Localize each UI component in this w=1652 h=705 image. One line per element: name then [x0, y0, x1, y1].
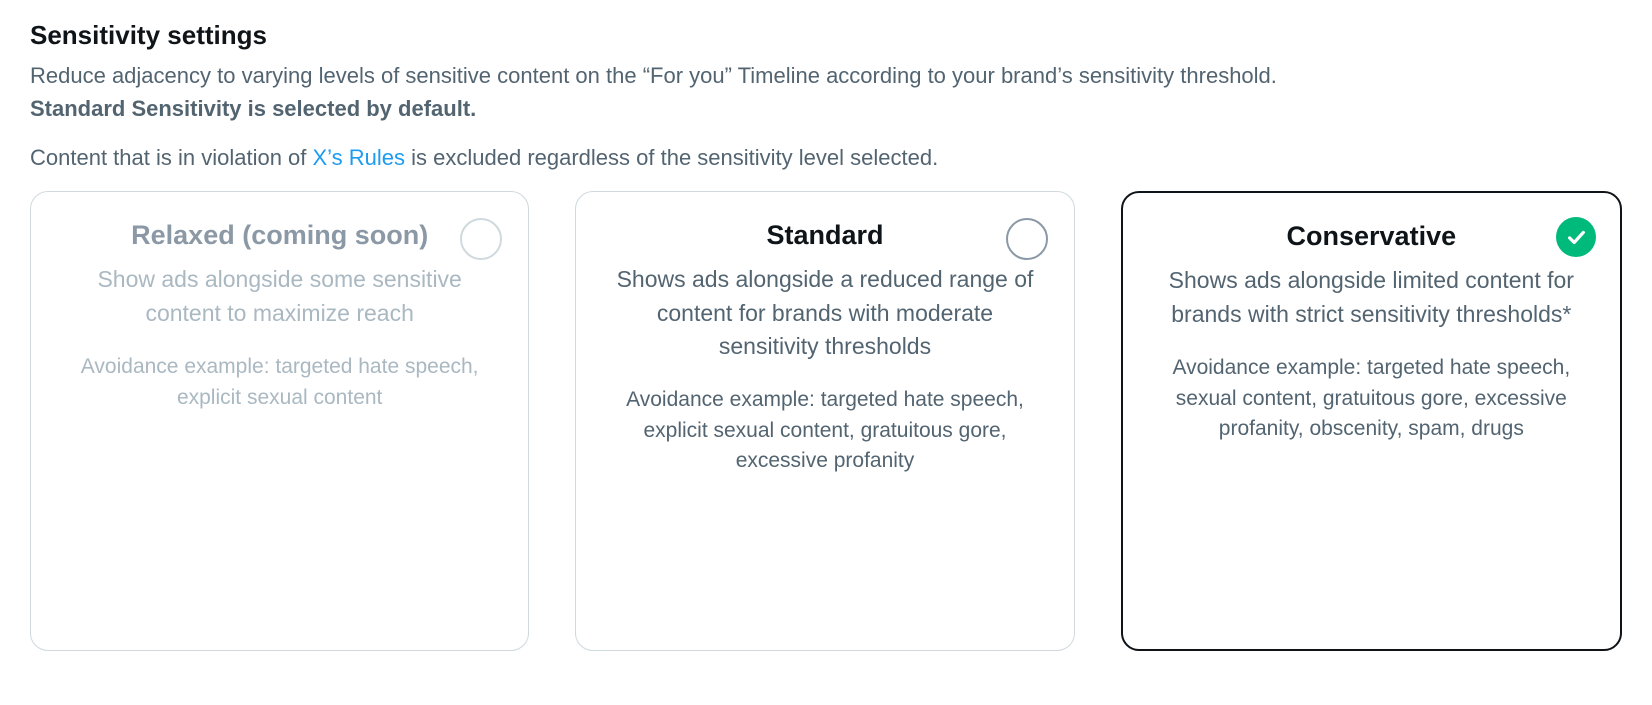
- radio-unchecked-icon: [1006, 218, 1048, 260]
- rules-link[interactable]: X’s Rules: [313, 145, 406, 170]
- option-card-conservative[interactable]: Conservative Shows ads alongside limited…: [1121, 191, 1622, 651]
- option-example: Avoidance example: targeted hate speech,…: [604, 385, 1045, 476]
- sensitivity-settings-section: Sensitivity settings Reduce adjacency to…: [30, 20, 1622, 651]
- sensitivity-options-row: Relaxed (coming soon) Show ads alongside…: [30, 191, 1622, 651]
- section-title: Sensitivity settings: [30, 20, 1622, 51]
- option-description: Shows ads alongside limited content for …: [1151, 264, 1592, 331]
- option-title: Relaxed (coming soon): [59, 220, 500, 251]
- option-example: Avoidance example: targeted hate speech,…: [1151, 353, 1592, 444]
- radio-unchecked-icon: [460, 218, 502, 260]
- option-card-relaxed: Relaxed (coming soon) Show ads alongside…: [30, 191, 529, 651]
- option-title: Conservative: [1151, 221, 1592, 252]
- rules-suffix: is excluded regardless of the sensitivit…: [405, 145, 938, 170]
- rules-prefix: Content that is in violation of: [30, 145, 313, 170]
- option-description: Shows ads alongside a reduced range of c…: [604, 263, 1045, 363]
- intro-bold-text: Standard Sensitivity is selected by defa…: [30, 94, 1622, 125]
- intro-text: Reduce adjacency to varying levels of se…: [30, 61, 1622, 92]
- option-title: Standard: [604, 220, 1045, 251]
- rules-text: Content that is in violation of X’s Rule…: [30, 143, 1622, 174]
- option-example: Avoidance example: targeted hate speech,…: [59, 352, 500, 413]
- option-description: Show ads alongside some sensitive conten…: [59, 263, 500, 330]
- option-card-standard[interactable]: Standard Shows ads alongside a reduced r…: [575, 191, 1074, 651]
